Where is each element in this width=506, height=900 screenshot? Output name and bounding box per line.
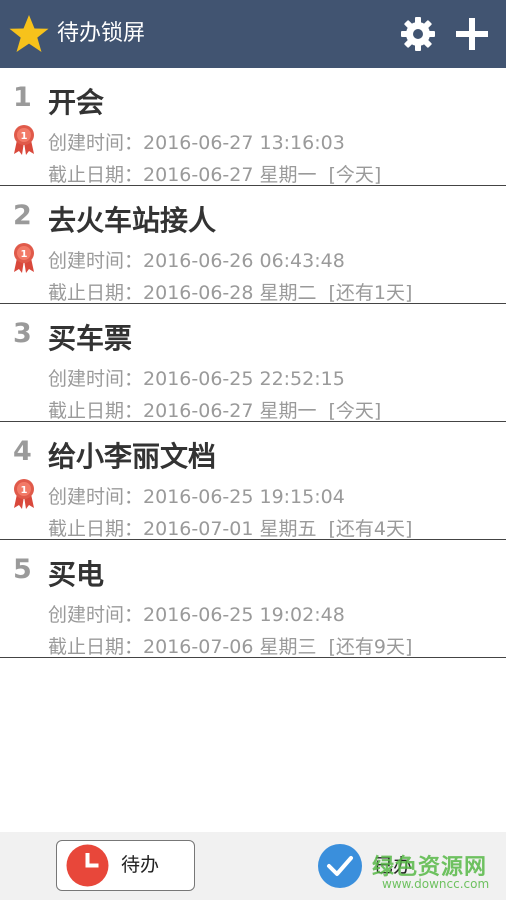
- top-bar: 待办锁屏: [0, 0, 506, 68]
- created-label: 创建时间：: [48, 486, 144, 508]
- task-created: 创建时间：2016-06-25 22:52:15: [48, 364, 345, 391]
- task-title: 去火车站接人: [48, 204, 217, 237]
- deadline-label: 截止日期：: [48, 164, 144, 186]
- task-item[interactable]: 5 买电 创建时间：2016-06-25 19:02:48 截止日期：2016-…: [0, 540, 506, 658]
- task-deadline: 截止日期：2016-07-01 星期五 [还有4天]: [48, 514, 412, 541]
- task-item[interactable]: 2 去火车站接人 1 创建时间：2016-06-26 06:43:48 截止日期…: [0, 186, 506, 304]
- created-value: 2016-06-27 13:16:03: [143, 132, 345, 154]
- task-deadline: 截止日期：2016-07-06 星期三 [还有9天]: [48, 632, 412, 659]
- task-title: 买电: [48, 558, 105, 591]
- clock-icon: [66, 844, 109, 887]
- created-label: 创建时间：: [48, 250, 144, 272]
- deadline-status: [还有4天]: [328, 518, 413, 540]
- watermark-url: www.downcc.com: [382, 877, 490, 891]
- check-icon: [318, 844, 362, 888]
- task-deadline: 截止日期：2016-06-27 星期一 [今天]: [48, 396, 381, 423]
- deadline-label: 截止日期：: [48, 636, 144, 658]
- task-number: 1: [13, 82, 32, 113]
- task-title: 给小李丽文档: [48, 440, 217, 473]
- svg-text:1: 1: [21, 131, 28, 142]
- pending-tab-button[interactable]: 待办: [56, 840, 195, 891]
- plus-icon[interactable]: [455, 17, 489, 51]
- deadline-value: 2016-06-28 星期二: [143, 282, 317, 304]
- created-value: 2016-06-25 22:52:15: [143, 368, 345, 390]
- priority-ribbon-icon: 1: [14, 125, 34, 155]
- created-value: 2016-06-25 19:02:48: [143, 604, 345, 626]
- task-number: 4: [13, 436, 32, 467]
- task-item[interactable]: 1 开会 1 创建时间：2016-06-27 13:16:03 截止日期：201…: [0, 68, 506, 186]
- task-created: 创建时间：2016-06-25 19:15:04: [48, 482, 345, 509]
- priority-ribbon-icon: 1: [14, 243, 34, 273]
- task-title: 买车票: [48, 322, 133, 355]
- created-value: 2016-06-25 19:15:04: [143, 486, 345, 508]
- created-value: 2016-06-26 06:43:48: [143, 250, 345, 272]
- deadline-status: [今天]: [328, 400, 382, 422]
- app-root: 待办锁屏 1 开会 1 创建时间：2016-06-27 13:16:03 截止日…: [0, 0, 506, 900]
- pending-label: 待办: [121, 854, 160, 876]
- task-created: 创建时间：2016-06-26 06:43:48: [48, 246, 345, 273]
- deadline-value: 2016-07-01 星期五: [143, 518, 317, 540]
- deadline-status: [今天]: [328, 164, 382, 186]
- created-label: 创建时间：: [48, 604, 144, 626]
- deadline-label: 截止日期：: [48, 518, 144, 540]
- deadline-label: 截止日期：: [48, 400, 144, 422]
- svg-text:1: 1: [21, 249, 28, 260]
- task-created: 创建时间：2016-06-25 19:02:48: [48, 600, 345, 627]
- task-title: 开会: [48, 86, 105, 119]
- site-watermark: 绿色资源网 www.downcc.com: [372, 849, 502, 893]
- deadline-label: 截止日期：: [48, 282, 144, 304]
- deadline-status: [还有9天]: [328, 636, 413, 658]
- page-title: 待办锁屏: [57, 21, 146, 46]
- task-number: 2: [13, 200, 32, 231]
- gear-icon[interactable]: [400, 16, 436, 52]
- deadline-value: 2016-06-27 星期一: [143, 400, 317, 422]
- star-icon: [9, 15, 49, 52]
- task-number: 3: [13, 318, 32, 349]
- task-deadline: 截止日期：2016-06-27 星期一 [今天]: [48, 160, 381, 187]
- created-label: 创建时间：: [48, 368, 144, 390]
- deadline-value: 2016-07-06 星期三: [143, 636, 317, 658]
- task-created: 创建时间：2016-06-27 13:16:03: [48, 128, 345, 155]
- task-deadline: 截止日期：2016-06-28 星期二 [还有1天]: [48, 278, 412, 305]
- task-item[interactable]: 4 给小李丽文档 1 创建时间：2016-06-25 19:15:04 截止日期…: [0, 422, 506, 540]
- created-label: 创建时间：: [48, 132, 144, 154]
- bottom-bar: 待办 已办 绿色资源网 www.downcc.com: [0, 832, 506, 900]
- task-number: 5: [13, 554, 32, 585]
- deadline-status: [还有1天]: [328, 282, 413, 304]
- task-item[interactable]: 3 买车票 创建时间：2016-06-25 22:52:15 截止日期：2016…: [0, 304, 506, 422]
- deadline-value: 2016-06-27 星期一: [143, 164, 317, 186]
- priority-ribbon-icon: 1: [14, 479, 34, 509]
- task-list: 1 开会 1 创建时间：2016-06-27 13:16:03 截止日期：201…: [0, 68, 506, 658]
- svg-text:1: 1: [21, 485, 28, 496]
